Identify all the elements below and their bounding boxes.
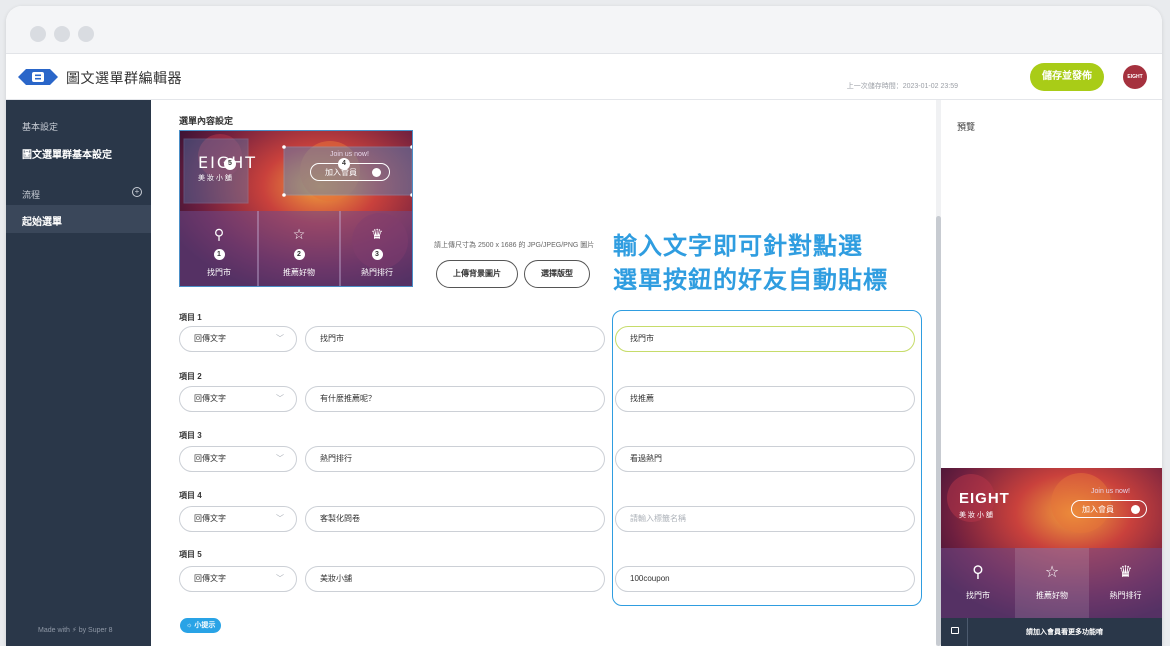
window-dot-minimize[interactable] (54, 26, 70, 42)
trophy-icon: ♛ (1118, 564, 1133, 581)
item-label: 項目 4 (179, 491, 202, 500)
trophy-icon: ♛ (370, 226, 384, 242)
text-input[interactable]: 找門市 (305, 326, 605, 352)
sidebar: 基本設定 圖文選單群基本設定 流程 + 起始選單 Made with ⚡ by … (6, 100, 151, 646)
star-icon: ☆ (1044, 564, 1060, 581)
choose-layout-button[interactable]: 選擇版型 (524, 260, 590, 288)
chevron-down-icon: ﹀ (276, 454, 284, 463)
action-select-value: 回傳文字 (194, 574, 226, 583)
keyboard-icon (951, 627, 959, 634)
preview-panel: 預覽 EIGHT 美 妝 小 舖 Join us now! 加入會員 ⚲ 找門市… (941, 100, 1162, 646)
chevron-down-icon: ﹀ (276, 394, 284, 403)
text-input[interactable]: 美妝小舖 (305, 566, 605, 592)
sidebar-section-flow: 流程 (22, 190, 41, 200)
area-number-3: 3 (371, 249, 383, 260)
area-number-1: 1 (213, 249, 225, 260)
text-input[interactable]: 有什麼推薦呢？ (305, 386, 605, 412)
menu-cell-label: 熱門排行 (361, 268, 393, 277)
brand-subtitle: 美 妝 小 舖 (198, 175, 232, 182)
action-select-value: 回傳文字 (194, 454, 226, 463)
sidebar-item-basic-settings[interactable]: 圖文選單群基本設定 (22, 146, 112, 161)
action-select[interactable]: 回傳文字 ﹀ (179, 506, 297, 532)
callout-line-2: 選單按鈕的好友自動貼標 (613, 267, 888, 294)
preview-bar-text: 請加入會員看更多功能唷 (1026, 629, 1103, 636)
tip-badge[interactable]: ☼ 小提示 (180, 618, 222, 633)
action-select[interactable]: 回傳文字 ﹀ (179, 566, 297, 592)
area-number-5: 5 (224, 158, 236, 170)
location-icon: ⚲ (213, 226, 225, 242)
item-label: 項目 5 (179, 550, 202, 559)
window-dot-close[interactable] (30, 26, 46, 42)
menu-cell-2[interactable]: ☆ 2 推薦好物 (258, 226, 340, 278)
text-input[interactable]: 熱門排行 (305, 446, 605, 472)
menu-cell-3[interactable]: ♛ 3 熱門排行 (340, 226, 412, 278)
join-button-outline: 加入會員 (310, 163, 390, 181)
tag-input[interactable]: 看過熱門 (615, 446, 915, 472)
action-select-value: 回傳文字 (194, 334, 226, 343)
upload-hint: 請上傳尺寸為 2500 x 1686 的 JPG/JPEG/PNG 圖片 (434, 242, 595, 249)
avatar[interactable]: EIGHT (1123, 65, 1147, 89)
preview-brand: EIGHT (959, 490, 1010, 507)
add-flow-icon[interactable]: + (132, 187, 142, 197)
preview-brand-subtitle: 美 妝 小 舖 (959, 512, 993, 519)
richmenu-image[interactable]: EIGHT 美 妝 小 舖 5 Join us now! 加入會員 4 ⚲ 1 … (179, 130, 413, 287)
item-label: 項目 2 (179, 372, 202, 381)
preview-title: 預覽 (957, 122, 976, 132)
area-number-2: 2 (293, 249, 305, 260)
star-icon: ☆ (292, 226, 306, 242)
area-number-4: 4 (338, 158, 350, 170)
preview-join-label: 加入會員 (1082, 505, 1114, 514)
menu-cell-label: 找門市 (207, 268, 231, 277)
save-publish-button[interactable]: 儲存並發佈 (1030, 63, 1104, 91)
preview-richmenu: EIGHT 美 妝 小 舖 Join us now! 加入會員 ⚲ 找門市 ☆ … (941, 468, 1162, 618)
preview-join-button: 加入會員 (1071, 500, 1147, 518)
menu-cell-1[interactable]: ⚲ 1 找門市 (180, 226, 258, 278)
join-now-text: Join us now! (330, 151, 369, 158)
preview-cell-1: ⚲ 找門市 (941, 562, 1015, 601)
arrow-circle-icon (1131, 505, 1140, 514)
item-label: 項目 1 (179, 313, 202, 322)
preview-cell-label: 找門市 (966, 591, 990, 600)
arrow-circle-icon (372, 168, 381, 177)
upload-background-button[interactable]: 上傳背景圖片 (436, 260, 518, 288)
preview-chat-bar: 請加入會員看更多功能唷 (941, 618, 1162, 646)
browser-window: 圖文選單群編輯器 上一次儲存時間：2023-01-02 23:59 儲存並發佈 … (6, 6, 1162, 646)
sidebar-item-start-menu[interactable]: 起始選單 (22, 213, 62, 228)
item-label: 項目 3 (179, 431, 202, 440)
action-select[interactable]: 回傳文字 ﹀ (179, 446, 297, 472)
chevron-down-icon: ﹀ (276, 574, 284, 583)
preview-cell-3: ♛ 熱門排行 (1089, 562, 1162, 601)
tag-input[interactable]: 請輸入標籤名稱 (615, 506, 915, 532)
last-saved-time: 上一次儲存時間：2023-01-02 23:59 (846, 83, 958, 90)
callout-line-1: 輸入文字即可針對點選 (613, 233, 863, 260)
tag-input[interactable]: 100coupon (615, 566, 915, 592)
location-icon: ⚲ (972, 564, 984, 581)
sidebar-section-basic: 基本設定 (22, 122, 59, 132)
window-titlebar (6, 6, 1162, 54)
tag-input[interactable]: 找推薦 (615, 386, 915, 412)
main-editor: 選單內容設定 美 妝 小 舖 5 Join us now! 加入會員 4 ⚲ 1… (151, 100, 937, 646)
chevron-down-icon: ﹀ (276, 514, 284, 523)
preview-cell-label: 推薦好物 (1036, 591, 1068, 600)
tag-input[interactable]: 找門市 (615, 326, 915, 352)
section-title: 選單內容設定 (179, 116, 234, 126)
text-input[interactable]: 客製化問卷 (305, 506, 605, 532)
chevron-down-icon: ﹀ (276, 334, 284, 343)
preview-cell-label: 熱門排行 (1109, 591, 1142, 600)
app-title: 圖文選單群編輯器 (66, 70, 182, 86)
action-select[interactable]: 回傳文字 ﹀ (179, 386, 297, 412)
menu-cell-label: 推薦好物 (283, 268, 315, 277)
logo-icon[interactable] (18, 67, 58, 87)
window-dot-maximize[interactable] (78, 26, 94, 42)
action-select-value: 回傳文字 (194, 394, 226, 403)
preview-cell-2: ☆ 推薦好物 (1015, 562, 1089, 601)
action-select-value: 回傳文字 (194, 514, 226, 523)
sidebar-footer: Made with ⚡ by Super 8 (38, 627, 113, 634)
preview-join-now: Join us now! (1091, 488, 1130, 495)
action-select[interactable]: 回傳文字 ﹀ (179, 326, 297, 352)
app-header: 圖文選單群編輯器 上一次儲存時間：2023-01-02 23:59 儲存並發佈 … (6, 54, 1162, 100)
